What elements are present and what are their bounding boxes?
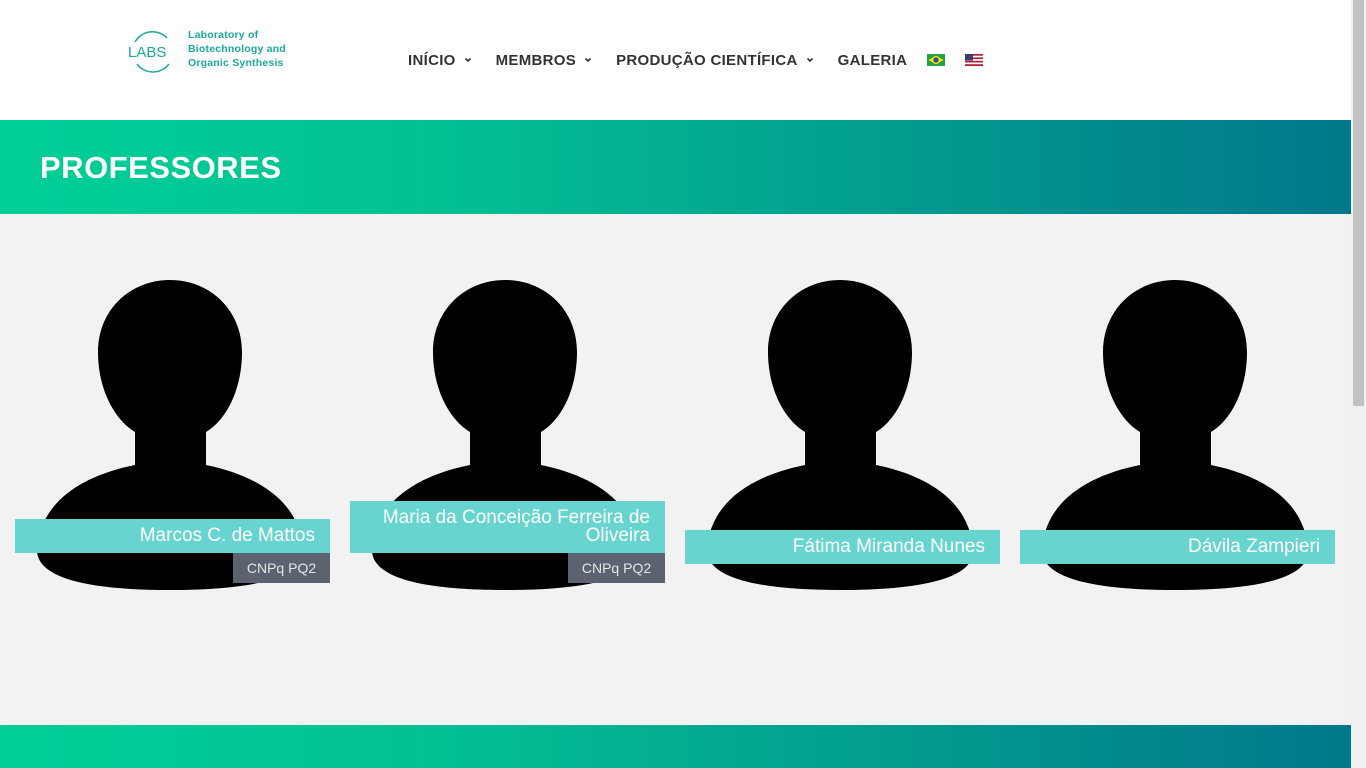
professor-name: Marcos C. de Mattos xyxy=(15,519,330,553)
scrollbar-thumb[interactable] xyxy=(1353,0,1364,406)
professor-tag: CNPq PQ2 xyxy=(233,553,330,583)
logo-text: Laboratory of Biotechnology and Organic … xyxy=(188,28,286,70)
lab-logo[interactable]: LABS Laboratory of Biotechnology and Org… xyxy=(127,28,297,74)
professor-name: Maria da Conceição Ferreira de Oliveira xyxy=(350,501,665,553)
nav-item-label: MEMBROS xyxy=(495,51,577,69)
professor-name-text: Marcos C. de Mattos xyxy=(139,525,315,546)
page-title: PROFESSORES xyxy=(40,150,282,185)
logo-line-3: Organic Synthesis xyxy=(188,57,284,69)
logo-line-1: Laboratory of xyxy=(188,29,259,41)
professor-card[interactable]: Dávila Zampieri xyxy=(1020,280,1335,590)
professor-card[interactable]: Maria da Conceição Ferreira de Oliveira … xyxy=(350,280,665,590)
nav-item-inicio[interactable]: INÍCIO xyxy=(408,52,472,69)
nav-item-membros[interactable]: MEMBROS xyxy=(496,52,592,69)
nav-item-label: PRODUÇÃO CIENTÍFICA xyxy=(616,51,798,69)
chevron-down-icon xyxy=(585,57,592,63)
brazil-flag-icon[interactable] xyxy=(927,54,946,66)
logo-line-2: Biotechnology and xyxy=(188,43,286,55)
professor-name-text: Maria da Conceição Ferreira de Oliveira xyxy=(382,507,650,546)
chevron-down-icon xyxy=(806,57,813,63)
professor-name: Fátima Miranda Nunes xyxy=(685,530,1000,564)
nav-item-label: INÍCIO xyxy=(408,51,456,69)
professor-card[interactable]: Marcos C. de Mattos CNPq PQ2 xyxy=(15,280,330,590)
usa-flag-icon[interactable] xyxy=(965,54,984,66)
professor-tag: CNPq PQ2 xyxy=(568,553,665,583)
logo-mark-text: LABS xyxy=(128,44,166,61)
site-header: LABS Laboratory of Biotechnology and Org… xyxy=(0,0,1351,120)
professors-section: Marcos C. de Mattos CNPq PQ2 Maria da Co… xyxy=(0,214,1351,725)
chevron-down-icon xyxy=(464,57,471,63)
nav-item-galeria[interactable]: GALERIA xyxy=(838,52,908,69)
professor-card[interactable]: Fátima Miranda Nunes xyxy=(685,280,1000,590)
footer-band xyxy=(0,725,1351,768)
page-scrollbar[interactable] xyxy=(1351,0,1366,768)
nav-item-producao-cientifica[interactable]: PRODUÇÃO CIENTÍFICA xyxy=(616,52,814,69)
nav-item-label: GALERIA xyxy=(837,51,908,69)
professor-name-text: Dávila Zampieri xyxy=(1188,536,1320,557)
labs-logo-icon: LABS xyxy=(128,31,170,73)
main-nav: INÍCIO MEMBROS PRODUÇÃO CIENTÍFICA GALER… xyxy=(408,50,1003,70)
page-banner: PROFESSORES xyxy=(0,120,1351,214)
professor-name-text: Fátima Miranda Nunes xyxy=(792,536,985,557)
professor-name: Dávila Zampieri xyxy=(1020,530,1335,564)
